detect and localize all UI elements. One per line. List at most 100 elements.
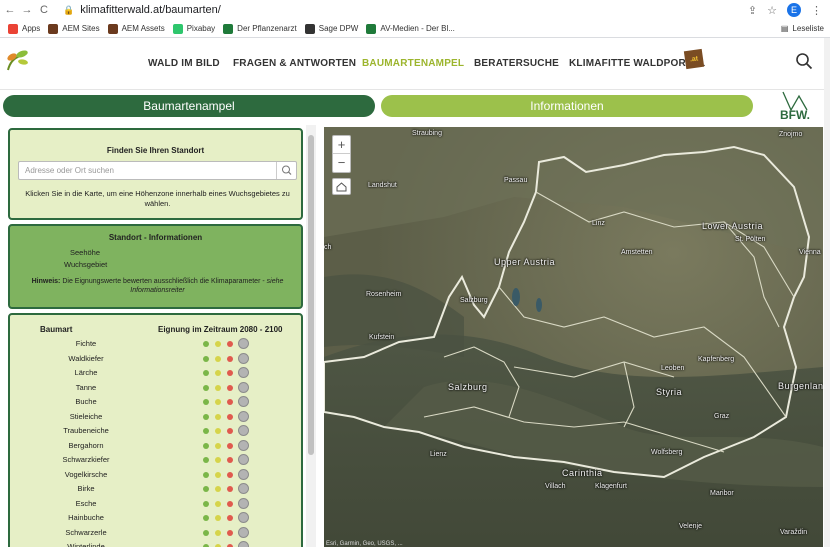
species-name: Fichte: [75, 339, 97, 348]
bookmark-item[interactable]: AV-Medien - Der Bl...: [366, 23, 455, 34]
map-view[interactable]: Straubing Znojmo Landshut Passau Lower Austr…: [324, 127, 823, 547]
suitability-red-dot-icon: [227, 370, 233, 376]
species-row: Esche: [10, 497, 301, 512]
map-place-label: Styria: [656, 387, 683, 397]
species-row: Schwarzkiefer: [10, 453, 301, 468]
map-place-label: Linz: [592, 220, 605, 227]
suitability-green-dot-icon: [203, 457, 209, 463]
reload-icon[interactable]: C: [37, 4, 51, 16]
nav-beratersuche[interactable]: BERATERSUCHE: [474, 58, 559, 69]
suitability-red-dot-icon: [227, 529, 233, 536]
species-row: Winterlinde: [10, 540, 301, 547]
suitability-yellow-dot-icon: [215, 428, 221, 434]
address-bar[interactable]: klimafitterwald.at/baumarten/: [80, 4, 221, 16]
back-icon[interactable]: ←: [3, 4, 17, 16]
suitability-red-dot-icon: [227, 500, 233, 507]
suitability-grey-indicator-icon: [238, 497, 249, 509]
search-icon[interactable]: [795, 52, 813, 70]
home-button[interactable]: [332, 178, 351, 195]
suitability-yellow-dot-icon: [215, 355, 221, 362]
species-name: Traubeneiche: [63, 426, 109, 435]
tab-baumartenampel[interactable]: Baumartenampel: [3, 95, 375, 117]
suitability-red-dot-icon: [227, 399, 233, 405]
species-row: Schwarzerle: [10, 526, 301, 541]
panel-scroll-thumb[interactable]: [308, 135, 314, 455]
suitability-grey-indicator-icon: [238, 483, 249, 494]
suitability-grey-indicator-icon: [238, 439, 249, 451]
nav-wald-im-bild[interactable]: WALD IM BILD: [148, 58, 220, 69]
suitability-green-dot-icon: [203, 341, 209, 347]
leaf-logo-icon[interactable]: [4, 48, 30, 74]
map-place-label: St. Pölten: [735, 236, 766, 243]
suitability-red-dot-icon: [227, 428, 233, 434]
bookmark-item[interactable]: Sage DPW: [304, 23, 358, 34]
suitability-green-dot-icon: [203, 515, 209, 521]
species-name: Schwarzkiefer: [62, 455, 110, 464]
search-submit-icon[interactable]: [276, 162, 296, 179]
forward-icon[interactable]: →: [20, 4, 34, 16]
bookmark-item[interactable]: Pixabay: [172, 23, 216, 34]
bookmark-label: AV-Medien - Der Bl...: [380, 24, 455, 33]
location-info-box: Standort - Informationen Seehöhe Wuchsge…: [8, 224, 303, 309]
reading-list-icon: ▤: [780, 24, 789, 33]
bookmark-item[interactable]: AEM Sites: [48, 23, 100, 34]
species-row: Bergahorn: [10, 439, 301, 454]
map-place-label: Vienna: [799, 249, 821, 256]
map-place-label: Villach: [545, 483, 566, 490]
suitability-red-dot-icon: [227, 486, 233, 492]
share-icon[interactable]: ⇪: [748, 4, 757, 17]
suitability-green-dot-icon: [203, 471, 209, 478]
suitability-green-dot-icon: [203, 399, 209, 405]
suitability-red-dot-icon: [227, 442, 233, 449]
species-row: Birke: [10, 482, 301, 497]
col-suitability-header: Eignung im Zeitraum 2080 - 2100: [158, 325, 283, 334]
species-name: Stieleiche: [69, 411, 103, 421]
map-place-label: Maribor: [710, 490, 734, 497]
left-panel: Finden Sie Ihren Standort Adresse oder O…: [0, 125, 318, 547]
zoom-in-button[interactable]: +: [333, 136, 350, 154]
nav-fragen-antworten[interactable]: FRAGEN & ANTWORTEN: [233, 58, 356, 69]
species-name: Hainbuche: [68, 513, 104, 522]
profile-avatar[interactable]: E: [787, 3, 801, 17]
suitability-yellow-dot-icon: [215, 486, 221, 492]
bookmark-label: Pixabay: [186, 24, 216, 33]
suitability-yellow-dot-icon: [215, 515, 221, 521]
bookmark-star-icon[interactable]: ☆: [767, 4, 777, 17]
suitability-red-dot-icon: [227, 341, 233, 347]
map-place-label: Salzburg: [448, 382, 488, 392]
lock-icon[interactable]: 🔒: [63, 5, 74, 16]
nav-baumartenampel[interactable]: BAUMARTENAMPEL: [362, 58, 464, 69]
location-title: Finden Sie Ihren Standort: [106, 146, 205, 155]
suitability-yellow-dot-icon: [215, 529, 221, 536]
growth-region-label: Wuchsgebiet: [64, 260, 108, 269]
suitability-yellow-dot-icon: [215, 370, 221, 376]
suitability-grey-indicator-icon: [238, 396, 249, 407]
menu-icon[interactable]: ⋮: [811, 4, 822, 17]
suitability-green-dot-icon: [203, 529, 209, 536]
bookmark-item[interactable]: Der Pflanzenarzt: [223, 23, 297, 34]
bookmark-label: AEM Assets: [121, 24, 165, 33]
tab-informationen[interactable]: Informationen: [381, 95, 753, 117]
bfw-logo: BFW.: [777, 90, 817, 124]
species-row: Vogelkirsche: [10, 468, 301, 483]
hint-text: Hinweis: Die Eignungswerte bewerten auss…: [16, 277, 299, 295]
suitability-red-dot-icon: [227, 471, 233, 478]
species-row: Hainbuche: [10, 511, 301, 526]
bookmark-favicon-icon: [107, 23, 118, 34]
page-scrollbar[interactable]: [824, 38, 830, 547]
zoom-out-button[interactable]: −: [333, 154, 350, 172]
map-place-label: Kufstein: [369, 334, 395, 341]
suitability-red-dot-icon: [227, 384, 233, 391]
bookmark-label: Der Pflanzenarzt: [237, 24, 297, 33]
suitability-green-dot-icon: [203, 413, 209, 420]
suitability-red-dot-icon: [227, 413, 233, 420]
at-badge: .at: [683, 48, 705, 70]
address-search-input[interactable]: Adresse oder Ort suchen: [18, 161, 297, 180]
bookmark-item[interactable]: AEM Assets: [107, 23, 165, 34]
suitability-grey-indicator-icon: [238, 541, 249, 547]
suitability-yellow-dot-icon: [215, 457, 221, 463]
reading-list[interactable]: ▤ Leseliste: [781, 24, 824, 33]
bookmark-item[interactable]: Apps: [8, 23, 40, 34]
search-placeholder: Adresse oder Ort suchen: [25, 166, 114, 175]
col-species-header: Baumart: [40, 325, 73, 334]
